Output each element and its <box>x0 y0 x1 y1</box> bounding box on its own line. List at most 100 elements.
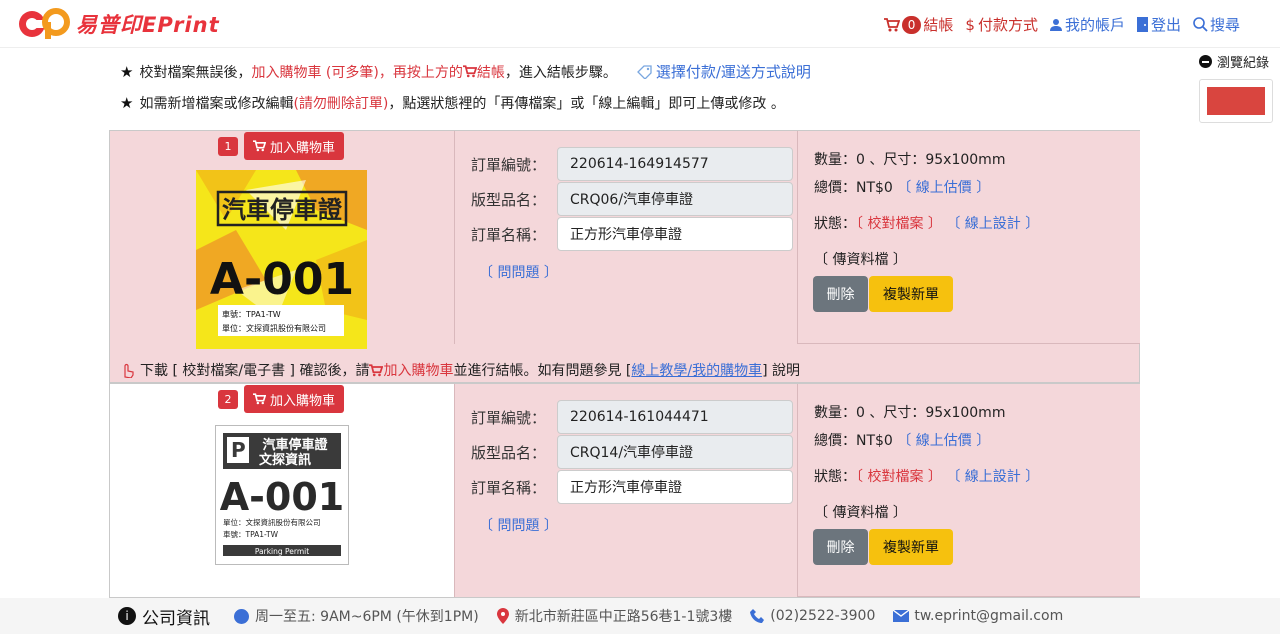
history-toggle[interactable]: 瀏覽紀錄 <box>1199 52 1274 71</box>
order-card-1: 1 加入購物車 汽車停車證 A-001 車號：TPA1-TW 單位：文探資訊股份… <box>109 130 1140 383</box>
order-status-panel: 數量：0 、尺寸：95x100mm 總價：NT$0 〔 線上估價 〕 狀態：〔 … <box>798 131 1140 344</box>
user-icon <box>1049 19 1062 31</box>
logo-text: 易普印 <box>76 13 142 37</box>
payment-help-link[interactable]: 選擇付款/運送方式說明 <box>636 61 811 82</box>
payment-link[interactable]: $ 付款方式 <box>965 14 1038 35</box>
address-text: 新北市新莊區中正路56巷1-1號3樓 <box>514 609 733 625</box>
cart-icon <box>253 140 266 152</box>
delete-button[interactable]: 刪除 <box>813 276 868 312</box>
order-no-row: 訂單編號： 220614-164914577 <box>471 147 793 181</box>
clock-icon <box>234 608 249 624</box>
footer-phone[interactable]: (02)2522-3900 <box>750 608 875 624</box>
cart-count-badge: 0 <box>901 15 922 34</box>
online-design-link[interactable]: 〔 線上設計 〕 <box>946 216 1039 232</box>
delete-button[interactable]: 刪除 <box>813 529 868 565</box>
order-index-badge: 2 <box>218 389 238 409</box>
total-row: 總價：NT$0 〔 線上估價 〕 <box>814 177 990 197</box>
logout-link[interactable]: 登出 <box>1136 14 1181 35</box>
order-name-label: 訂單名稱： <box>471 225 547 244</box>
star-icon: ★ <box>120 62 134 81</box>
search-link[interactable]: 搜尋 <box>1193 14 1240 35</box>
ask-question-link[interactable]: 〔 問問題 〕 <box>479 262 558 282</box>
history-thumbnail[interactable] <box>1199 79 1273 123</box>
top-nav: 0 結帳 $ 付款方式 我的帳戶 登出 搜尋 <box>872 14 1240 35</box>
upload-file-link[interactable]: 〔 傳資料檔 〕 <box>814 502 907 522</box>
order-no-label: 訂單編號： <box>471 408 547 427</box>
cart-icon <box>369 363 384 376</box>
account-label: 我的帳戶 <box>1064 16 1125 34</box>
footer-title-text: 公司資訊 <box>142 608 210 629</box>
order-name-input[interactable]: 正方形汽車停車證 <box>557 217 793 251</box>
tutorial-link[interactable]: 線上教學/我的購物車 <box>631 360 762 380</box>
site-logo[interactable]: 易普印EPrint <box>18 8 220 40</box>
hours-text: 周一至五: 9AM~6PM (午休到1PM) <box>255 609 479 625</box>
add-to-cart-label: 加入購物車 <box>270 140 336 156</box>
thumb-title-1: 汽車停車證 <box>262 437 328 453</box>
online-design-link[interactable]: 〔 線上設計 〕 <box>946 469 1039 485</box>
note-text: 如需新增檔案或修改編輯 <box>139 96 294 112</box>
thumb-title: 汽車停車證 <box>222 196 343 224</box>
order-index-badge: 1 <box>218 136 238 156</box>
thumb-footer: Parking Permit <box>255 547 309 556</box>
account-link[interactable]: 我的帳戶 <box>1049 14 1125 35</box>
add-to-cart-label: 加入購物車 <box>270 393 336 409</box>
pointer-hand-icon <box>124 363 134 378</box>
proof-file-link[interactable]: 〔 校對檔案 〕 <box>856 216 942 232</box>
order-name-row: 訂單名稱： 正方形汽車停車證 <box>471 470 793 504</box>
copy-order-button[interactable]: 複製新單 <box>869 529 953 565</box>
tag-icon <box>636 64 652 79</box>
ask-question-link[interactable]: 〔 問問題 〕 <box>479 515 558 535</box>
thumb-code: A-001 <box>210 254 354 305</box>
footer-title: i 公司資訊 <box>118 604 210 629</box>
order-fields-panel: 訂單編號： 220614-161044471 版型品名： CRQ14/汽車停車證… <box>454 384 798 597</box>
order-thumbnail[interactable]: P 汽車停車證 文探資訊 A-001 單位：文探資訊股份有限公司 車號：TPA1… <box>215 425 349 565</box>
add-cart-group: 1 加入購物車 <box>218 132 345 160</box>
search-icon <box>1193 17 1208 32</box>
email-text: tw.eprint@gmail.com <box>914 608 1064 624</box>
order-status-panel: 數量：0 、尺寸：95x100mm 總價：NT$0 〔 線上估價 〕 狀態：〔 … <box>798 384 1140 597</box>
download-add-cart: 加入購物車 <box>383 363 454 379</box>
search-label: 搜尋 <box>1209 16 1240 34</box>
status-row: 狀態：〔 校對檔案 〕 〔 線上設計 〕 <box>814 213 1039 233</box>
thumb-line-2: 車號：TPA1-TW <box>223 529 279 539</box>
note-highlight: 加入購物車 (可多筆)，再按上方的 <box>251 64 463 81</box>
order-no-row: 訂單編號： 220614-161044471 <box>471 400 793 434</box>
thumb-line-1: 單位：文探資訊股份有限公司 <box>223 517 321 527</box>
download-text: 下載 [ 校對檔案/電子書 ] 確認後，請 <box>140 363 370 379</box>
checkout-link[interactable]: 0 結帳 <box>883 14 953 35</box>
logout-label: 登出 <box>1150 16 1181 34</box>
estimate-link[interactable]: 〔 線上估價 〕 <box>897 433 990 449</box>
order-name-input[interactable]: 正方形汽車停車證 <box>557 470 793 504</box>
payment-help-label: 選擇付款/運送方式說明 <box>655 63 811 81</box>
envelope-icon <box>893 610 910 622</box>
payment-label: 付款方式 <box>977 16 1038 34</box>
browse-history: 瀏覽紀錄 <box>1199 52 1274 123</box>
estimate-link[interactable]: 〔 線上估價 〕 <box>897 180 990 196</box>
proof-file-link[interactable]: 〔 校對檔案 〕 <box>856 469 942 485</box>
model-field: CRQ06/汽車停車證 <box>557 182 793 216</box>
thumb-code: A-001 <box>220 475 345 519</box>
footer-email[interactable]: tw.eprint@gmail.com <box>893 608 1063 624</box>
cart-icon <box>462 65 477 78</box>
map-pin-icon <box>496 608 509 624</box>
download-notice: 下載 [ 校對檔案/電子書 ] 確認後，請 加入購物車 並進行結帳。如有問題參見… <box>120 360 800 380</box>
model-row: 版型品名： CRQ06/汽車停車證 <box>471 182 793 216</box>
thumb-line-1: 車號：TPA1-TW <box>222 309 281 319</box>
status-label: 狀態： <box>814 469 856 485</box>
dollar-icon: $ <box>965 15 975 34</box>
order-no-label: 訂單編號： <box>471 155 547 174</box>
add-to-cart-button[interactable]: 加入購物車 <box>244 132 345 160</box>
add-to-cart-button[interactable]: 加入購物車 <box>244 385 345 413</box>
total-row: 總價：NT$0 〔 線上估價 〕 <box>814 430 990 450</box>
copy-order-button[interactable]: 複製新單 <box>869 276 953 312</box>
footer-hours: 周一至五: 9AM~6PM (午休到1PM) <box>234 606 479 626</box>
status-row: 狀態：〔 校對檔案 〕 〔 線上設計 〕 <box>814 466 1039 486</box>
instruction-line-1: ★ 校對檔案無誤後， 加入購物車 (可多筆)，再按上方的 結帳 ，進入結帳步驟。… <box>120 61 811 82</box>
upload-file-link[interactable]: 〔 傳資料檔 〕 <box>814 249 907 269</box>
history-product-image <box>1207 87 1265 115</box>
eprint-logo-icon <box>19 8 70 39</box>
order-thumbnail[interactable]: 汽車停車證 A-001 車號：TPA1-TW 單位：文探資訊股份有限公司 <box>196 170 367 349</box>
minus-circle-icon <box>1199 55 1212 68</box>
note-text: ，進入結帳步驟。 <box>504 64 617 81</box>
note-text: ，點選狀態裡的「再傳檔案」或「線上編輯」即可上傳或修改 。 <box>388 96 785 112</box>
